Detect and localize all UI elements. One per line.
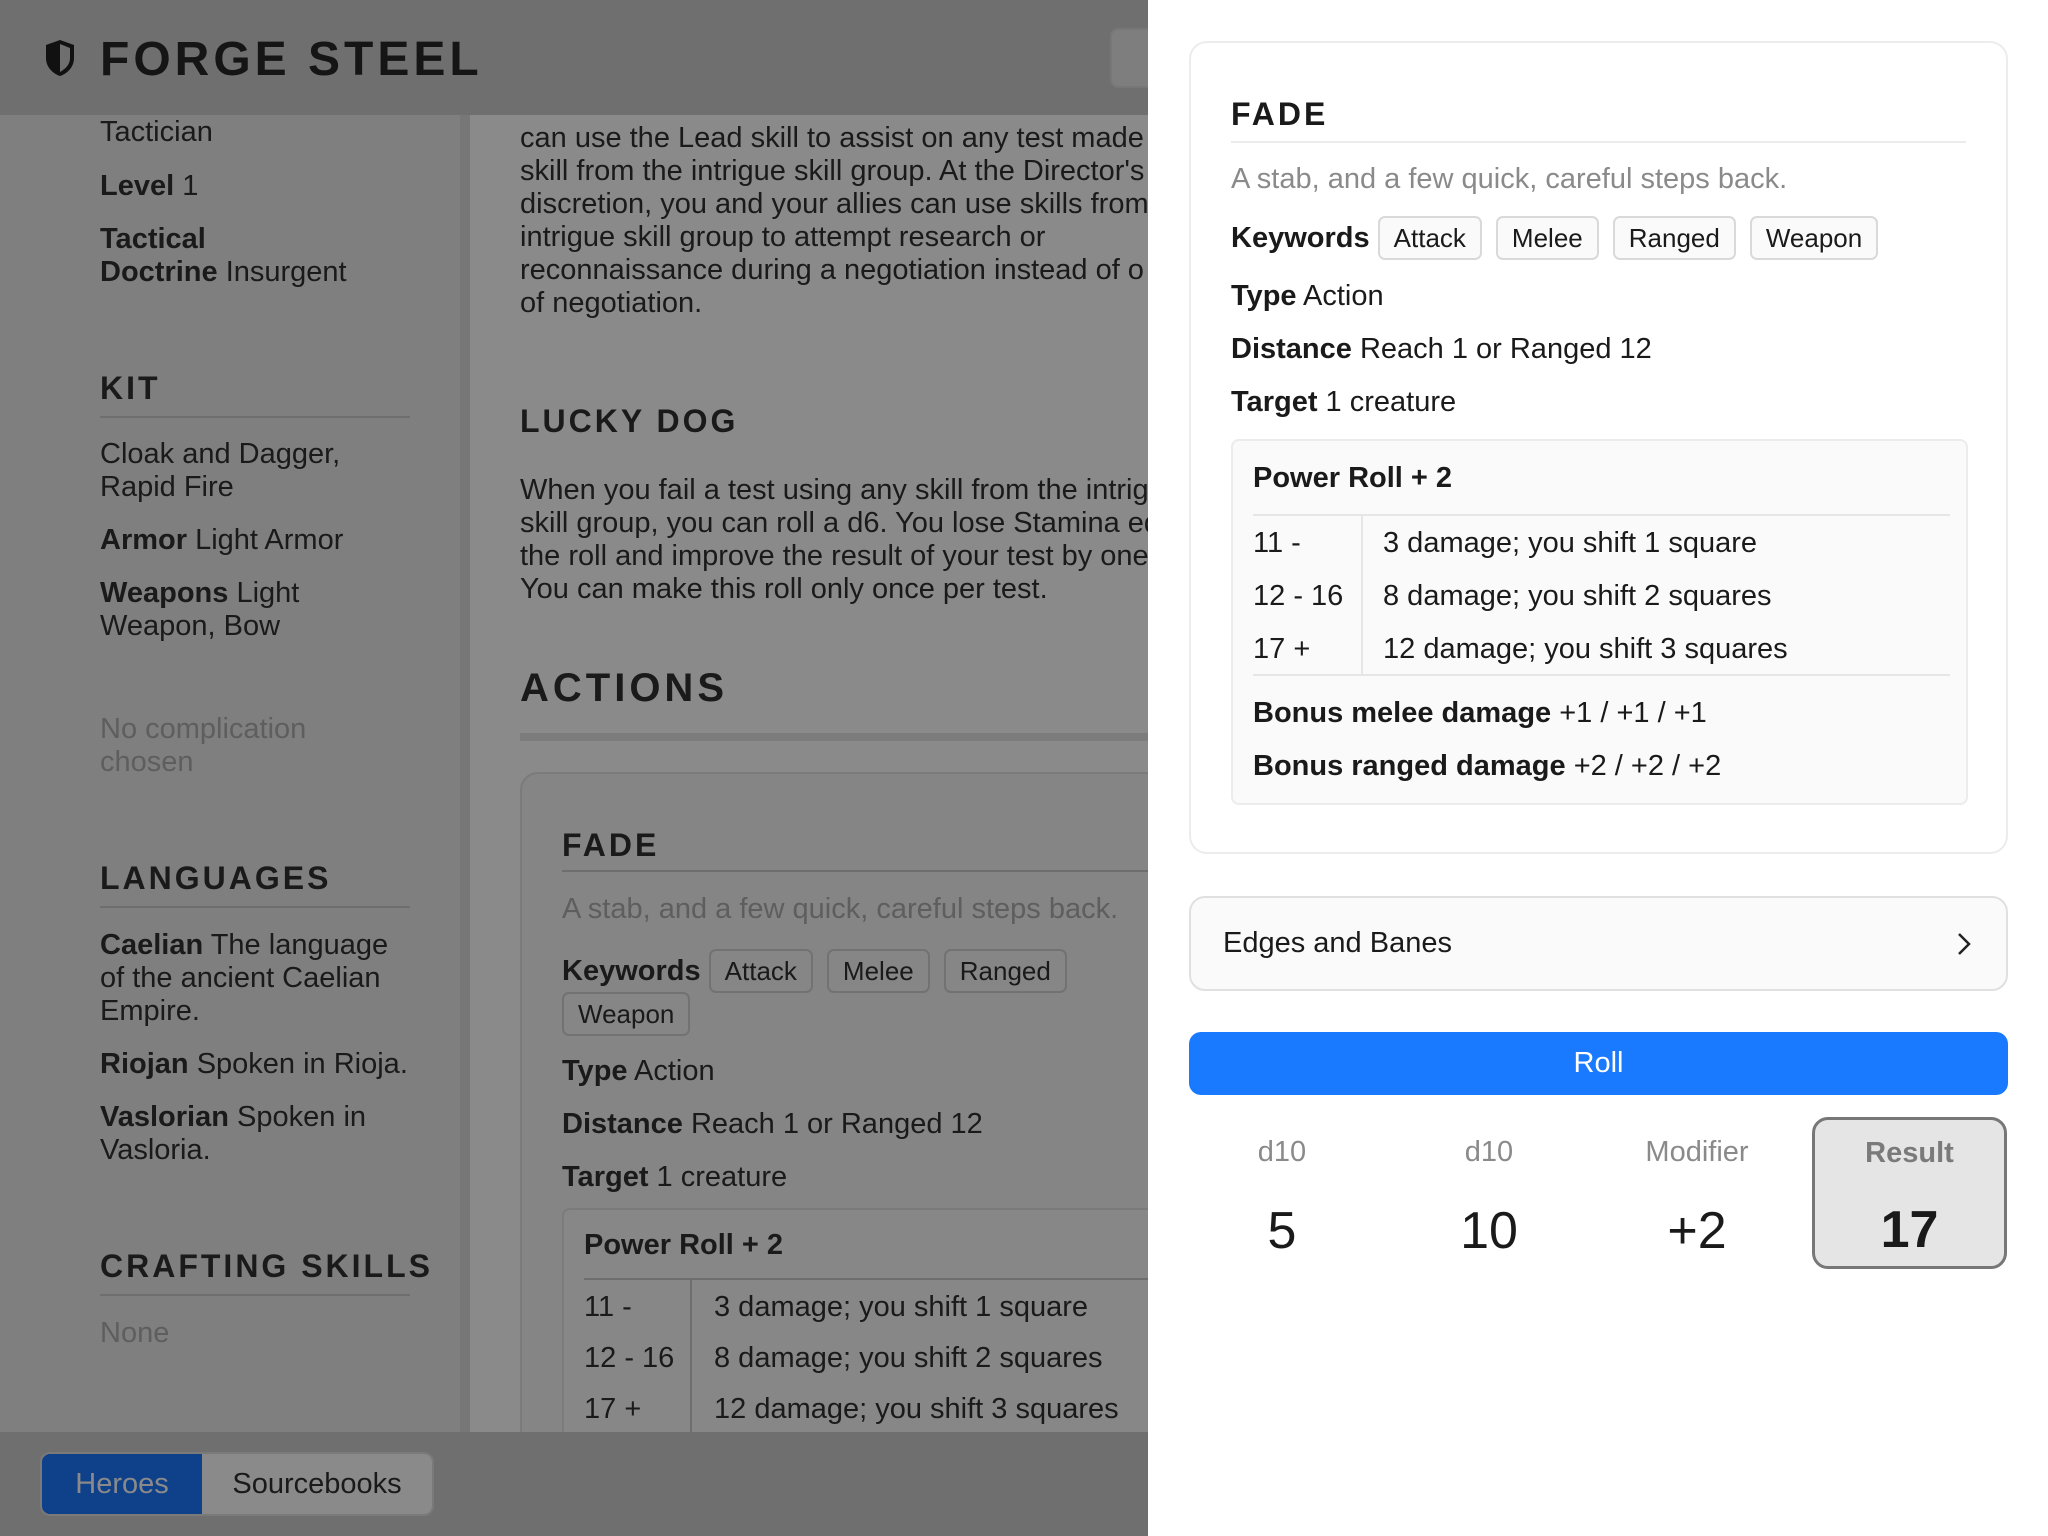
tier-range: 11 - — [1253, 527, 1301, 559]
keyword-tag: Weapon — [562, 992, 691, 1036]
actions-heading: ACTIONS — [520, 666, 728, 710]
tier-range: 11 - — [584, 1291, 632, 1323]
keywords: Keywords Attack Melee Ranged Weapon — [1231, 216, 1892, 260]
languages-heading: LANGUAGES — [100, 860, 332, 896]
feature-line: the roll and improve the result of your … — [520, 540, 1148, 572]
crafting-value: None — [100, 1317, 170, 1349]
keyword-tag: Ranged — [1612, 216, 1736, 260]
armor: Armor Light Armor — [100, 524, 344, 556]
intro-line: intrigue skill group to attempt research… — [520, 221, 1046, 253]
doctrine-label: Tactical — [100, 223, 206, 255]
complication: No complication — [100, 713, 307, 745]
tier-range: 17 + — [584, 1393, 642, 1425]
intro-line: reconnaissance during a negotiation inst… — [520, 254, 1144, 286]
ability-card: FADE A stab, and a few quick, careful st… — [1189, 41, 2008, 854]
weapons-2: Weapon, Bow — [100, 610, 281, 642]
result-box: Result 17 — [1812, 1117, 2007, 1269]
roll-drawer: FADE A stab, and a few quick, careful st… — [1148, 0, 2048, 1536]
type: Type Action — [1231, 280, 1384, 312]
intro-line: can use the Lead skill to assist on any … — [520, 122, 1144, 154]
feature-line: skill group, you can roll a d6. You lose… — [520, 507, 1148, 539]
crafting-heading: CRAFTING SKILLS — [100, 1248, 433, 1284]
keywords-label: Keywords — [562, 955, 701, 987]
edges-and-banes-expander[interactable]: Edges and Banes — [1189, 896, 2008, 991]
tab-sourcebooks[interactable]: Sourcebooks — [202, 1454, 432, 1514]
kit-name-2: Rapid Fire — [100, 471, 234, 503]
keyword-tag: Melee — [826, 949, 930, 993]
ability-title: FADE — [562, 827, 660, 863]
target: Target 1 creature — [1231, 386, 1457, 418]
weapons: Weapons Light — [100, 577, 300, 609]
app-title: FORGE STEEL — [100, 33, 483, 86]
ability-card-fade[interactable]: FADE A stab, and a few quick, careful st… — [520, 772, 1148, 1432]
power-roll-title: Power Roll + 2 — [584, 1229, 784, 1261]
language-vaslorian: Vaslorian Spoken in — [100, 1101, 367, 1133]
bonus-melee: Bonus melee damage +1 / +1 / +1 — [1253, 697, 1707, 729]
tier-effect: 12 damage; you shift 3 squares — [1383, 633, 1788, 665]
power-roll-box: Power Roll + 2 11 - 3 damage; you shift … — [1231, 439, 1968, 805]
intro-line: of negotiation. — [520, 287, 703, 319]
language-desc: Vasloria. — [100, 1134, 211, 1166]
feature-line: When you fail a test using any skill fro… — [520, 474, 1148, 506]
kit-heading: KIT — [100, 370, 161, 406]
class-name: Tactician — [100, 116, 213, 148]
die-1: d10 5 — [1257, 1136, 1307, 1260]
tier-range: 12 - 16 — [1253, 580, 1344, 612]
intro-line: discretion, you and your allies can use … — [520, 188, 1148, 220]
keyword-tag: Weapon — [1749, 216, 1879, 260]
shield-icon — [46, 40, 74, 76]
tier-effect: 12 damage; you shift 3 squares — [714, 1393, 1119, 1425]
keyword-tag: Attack — [708, 949, 813, 993]
language-desc: of the ancient Caelian — [100, 962, 381, 994]
language-riojan: Riojan Spoken in Rioja. — [100, 1048, 408, 1080]
hero-sidebar: Tactician Level 1 Tactical Doctrine Insu… — [0, 115, 470, 1432]
ability-desc: A stab, and a few quick, careful steps b… — [562, 893, 1119, 925]
die-2: d10 10 — [1460, 1136, 1518, 1260]
power-roll-title: Power Roll + 2 — [1253, 462, 1453, 494]
feature-line: You can make this roll only once per tes… — [520, 573, 1048, 605]
tier-effect: 8 damage; you shift 2 squares — [714, 1342, 1103, 1374]
kit-name: Cloak and Dagger, — [100, 438, 341, 470]
ability-title: FADE — [1231, 96, 1329, 132]
keyword-tag: Melee — [1495, 216, 1599, 260]
tier-effect: 8 damage; you shift 2 squares — [1383, 580, 1772, 612]
roll-button[interactable]: Roll — [1189, 1032, 2008, 1095]
keyword-tag: Attack — [1377, 216, 1482, 260]
complication-2: chosen — [100, 746, 194, 778]
level: Level 1 — [100, 170, 199, 202]
app-header: FORGE STEEL — [0, 0, 1170, 115]
lucky-dog-heading: LUCKY DOG — [520, 403, 739, 439]
tier-range: 12 - 16 — [584, 1342, 675, 1374]
keyword-tag: Ranged — [943, 949, 1067, 993]
modifier: Modifier +2 — [1645, 1136, 1749, 1260]
tier-effect: 3 damage; you shift 1 square — [1383, 527, 1758, 559]
tier-range: 17 + — [1253, 633, 1311, 665]
language-caelian: Caelian The language — [100, 929, 389, 961]
distance: Distance Reach 1 or Ranged 12 — [1231, 333, 1652, 365]
power-roll-box: Power Roll + 2 11 - 3 damage; you shift … — [562, 1208, 1148, 1432]
tab-heroes[interactable]: Heroes — [42, 1454, 202, 1514]
bonus-ranged: Bonus ranged damage +2 / +2 / +2 — [1253, 750, 1722, 782]
edges-banes-label: Edges and Banes — [1223, 927, 1452, 959]
chevron-right-icon — [1958, 933, 1971, 955]
footer: Heroes Sourcebooks — [0, 1432, 1148, 1536]
nav-tabs: Heroes Sourcebooks — [40, 1452, 434, 1516]
intro-line: skill from the intrigue skill group. At … — [520, 155, 1145, 187]
ability-desc: A stab, and a few quick, careful steps b… — [1231, 163, 1788, 195]
doctrine: Doctrine Insurgent — [100, 256, 347, 288]
hero-main: can use the Lead skill to assist on any … — [480, 115, 1148, 1432]
tier-effect: 3 damage; you shift 1 square — [714, 1291, 1089, 1323]
language-desc: Empire. — [100, 995, 200, 1027]
